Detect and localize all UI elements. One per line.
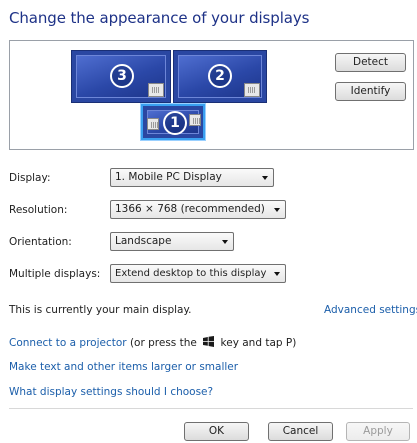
window-icon bbox=[244, 83, 260, 97]
ok-button[interactable]: OK bbox=[184, 422, 249, 441]
divider bbox=[9, 408, 413, 409]
resolution-select-value: 1366 × 768 (recommended) bbox=[115, 203, 265, 215]
orientation-label: Orientation: bbox=[9, 236, 72, 248]
monitor-number-badge: 3 bbox=[110, 64, 134, 88]
display-arrangement-preview[interactable]: 3 2 1 Detect Identify bbox=[9, 40, 414, 150]
monitor-number-badge: 1 bbox=[163, 111, 187, 135]
apply-button[interactable]: Apply bbox=[346, 422, 410, 441]
display-label: Display: bbox=[9, 172, 51, 184]
detect-button[interactable]: Detect bbox=[335, 53, 406, 72]
display-settings-help-link[interactable]: What display settings should I choose? bbox=[9, 386, 213, 398]
multiple-displays-label: Multiple displays: bbox=[9, 268, 101, 280]
window-icon bbox=[147, 118, 159, 130]
chevron-down-icon bbox=[222, 240, 228, 244]
multiple-displays-select-value: Extend desktop to this display bbox=[115, 268, 267, 279]
display-select-value: 1. Mobile PC Display bbox=[115, 171, 222, 183]
resolution-select[interactable]: 1366 × 768 (recommended) bbox=[110, 200, 286, 219]
window-icon bbox=[189, 114, 201, 126]
page-title: Change the appearance of your displays bbox=[9, 9, 310, 27]
monitor-2[interactable]: 2 bbox=[173, 50, 267, 103]
display-select[interactable]: 1. Mobile PC Display bbox=[110, 168, 274, 187]
chevron-down-icon bbox=[274, 208, 280, 212]
advanced-settings-link[interactable]: Advanced settings bbox=[324, 304, 417, 316]
monitor-number-badge: 2 bbox=[208, 64, 232, 88]
main-display-text: This is currently your main display. bbox=[9, 304, 192, 316]
resolution-label: Resolution: bbox=[9, 204, 68, 216]
connect-projector-link[interactable]: Connect to a projector bbox=[9, 337, 127, 349]
orientation-select[interactable]: Landscape bbox=[110, 232, 234, 251]
multiple-displays-select[interactable]: Extend desktop to this display bbox=[110, 264, 286, 283]
monitor-3[interactable]: 3 bbox=[71, 50, 171, 103]
windows-logo-icon bbox=[203, 336, 215, 347]
chevron-down-icon bbox=[274, 272, 280, 276]
cancel-button[interactable]: Cancel bbox=[268, 422, 333, 441]
monitor-1[interactable]: 1 bbox=[140, 103, 206, 141]
projector-text-before: (or press the bbox=[129, 337, 197, 349]
projector-line: Connect to a projector (or press the key… bbox=[9, 336, 296, 349]
text-size-link[interactable]: Make text and other items larger or smal… bbox=[9, 361, 238, 373]
window-icon bbox=[148, 83, 164, 97]
chevron-down-icon bbox=[262, 176, 268, 180]
orientation-select-value: Landscape bbox=[115, 235, 172, 247]
projector-text-after: key and tap P) bbox=[220, 337, 297, 349]
identify-button[interactable]: Identify bbox=[335, 82, 406, 101]
